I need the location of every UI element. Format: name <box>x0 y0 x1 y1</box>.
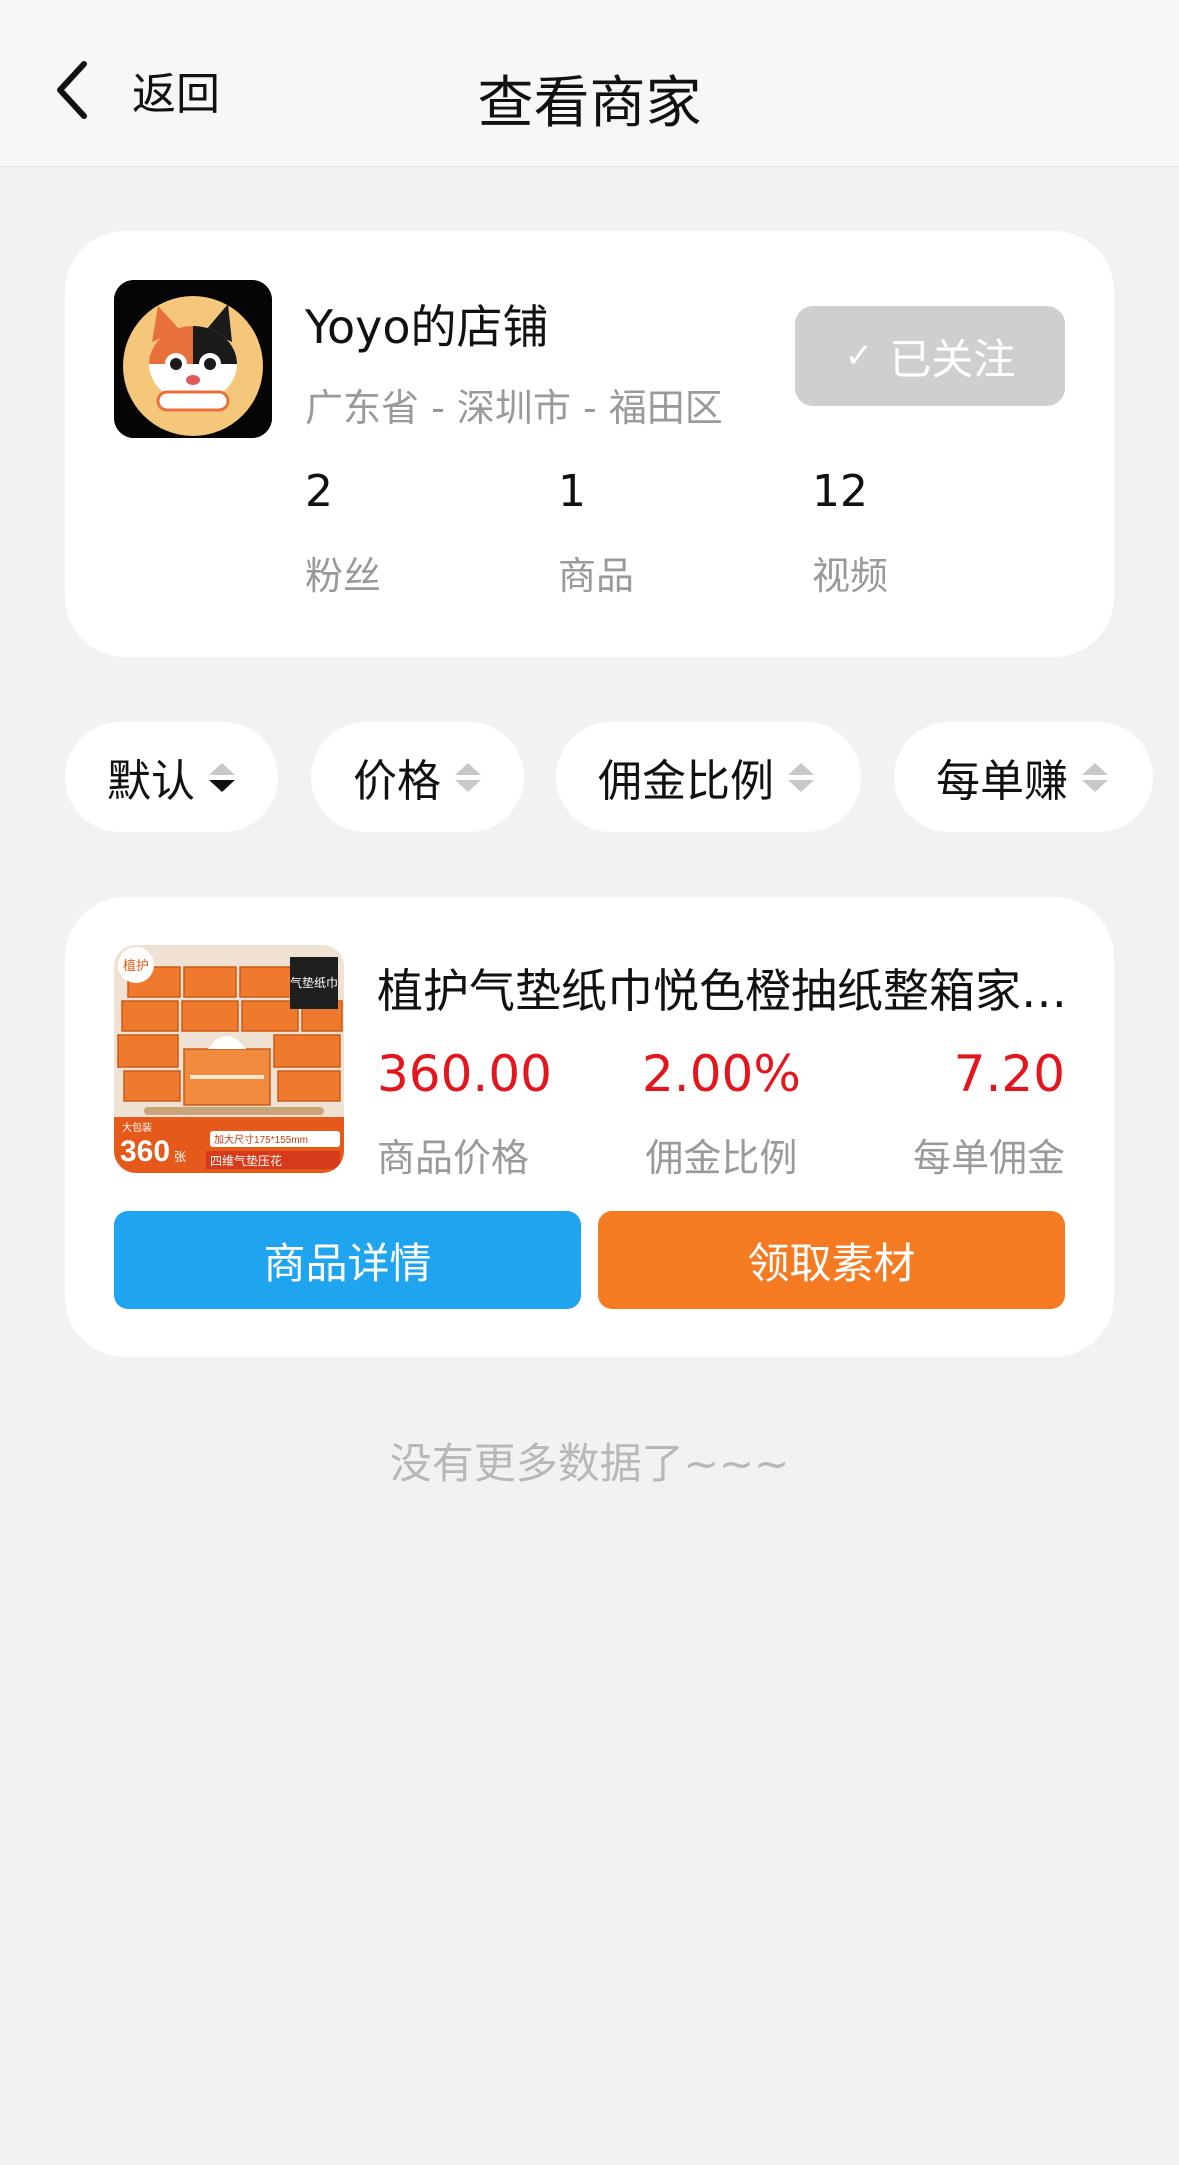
product-detail-button[interactable]: 商品详情 <box>114 1211 581 1309</box>
top-nav-bar: 返回 查看商家 <box>0 0 1179 167</box>
stat-value: 2 <box>305 466 333 517</box>
stat-products[interactable]: 1 商品 <box>558 466 634 600</box>
metric-label: 商品价格 <box>377 1136 530 1180</box>
product-image[interactable]: 植护 气垫纸巾 大包装 360 张 加大尺寸175*155mm 四维气垫压花 <box>114 945 344 1173</box>
filter-label: 佣金比例 <box>598 756 774 807</box>
image-slogan: 四维气垫压花 <box>210 1153 282 1168</box>
stat-videos[interactable]: 12 视频 <box>812 466 888 600</box>
metric-value: 360.00 <box>377 1045 552 1103</box>
metric-value: 2.00% <box>642 1045 801 1103</box>
get-material-button[interactable]: 领取素材 <box>598 1211 1065 1309</box>
shop-name: Yoyo的店铺 <box>305 300 549 354</box>
metric-commission-per-order: 7.20 每单佣金 <box>913 1045 1065 1182</box>
filter-label: 默认 <box>107 756 195 807</box>
image-size-text: 加大尺寸175*155mm <box>214 1133 308 1146</box>
follow-label: 已关注 <box>889 334 1016 384</box>
tissue-boxes-illustration: 植护 气垫纸巾 大包装 360 张 加大尺寸175*155mm 四维气垫压花 <box>114 945 344 1173</box>
image-count: 360 <box>120 1135 170 1168</box>
sort-arrows-icon <box>1082 762 1108 792</box>
metric-value: 7.20 <box>953 1045 1065 1103</box>
cat-avatar-icon <box>114 280 272 438</box>
stat-fans[interactable]: 2 粉丝 <box>305 466 381 600</box>
filter-default[interactable]: 默认 <box>65 722 278 832</box>
product-title[interactable]: 植护气垫纸巾悦色橙抽纸整箱家用实惠装 <box>377 955 1077 1021</box>
check-icon: ✓ <box>844 336 874 376</box>
stat-label: 视频 <box>812 554 889 598</box>
shop-info-card: Yoyo的店铺 广东省 - 深圳市 - 福田区 ✓ 已关注 2 粉丝 1 商品 … <box>65 231 1114 657</box>
metric-price: 360.00 商品价格 <box>377 1045 552 1182</box>
shop-logo <box>114 280 272 438</box>
follow-button[interactable]: ✓ 已关注 <box>795 306 1065 406</box>
filter-earn-per-order[interactable]: 每单赚 <box>894 722 1153 832</box>
stat-value: 12 <box>812 466 868 517</box>
brand-tag: 植护 <box>123 958 149 973</box>
page-title: 查看商家 <box>477 71 702 136</box>
badge-top: 大包装 <box>122 1121 152 1134</box>
filter-label: 价格 <box>353 756 441 807</box>
stat-label: 商品 <box>558 554 635 598</box>
filter-label: 每单赚 <box>936 756 1068 807</box>
product-card: 植护 气垫纸巾 大包装 360 张 加大尺寸175*155mm 四维气垫压花 植… <box>65 897 1114 1357</box>
filter-commission-rate[interactable]: 佣金比例 <box>556 722 861 832</box>
stat-value: 1 <box>558 466 586 517</box>
shop-stats: 2 粉丝 1 商品 12 视频 <box>305 466 1065 616</box>
shop-location: 广东省 - 深圳市 - 福田区 <box>305 386 723 430</box>
metric-label: 佣金比例 <box>645 1136 798 1180</box>
sort-arrows-icon <box>455 762 481 792</box>
filter-price[interactable]: 价格 <box>311 722 524 832</box>
metric-label: 每单佣金 <box>912 1136 1065 1180</box>
no-more-data-text: 没有更多数据了~~~ <box>389 1439 790 1488</box>
corner-tag: 气垫纸巾 <box>290 975 338 990</box>
metric-commission-rate: 2.00% 佣金比例 <box>642 1045 801 1182</box>
sort-arrows-icon <box>209 762 235 792</box>
image-count-unit: 张 <box>174 1150 186 1164</box>
sort-filter-bar: 默认 价格 佣金比例 每单赚 <box>65 722 1179 832</box>
stat-label: 粉丝 <box>305 554 382 598</box>
sort-arrows-icon <box>788 762 814 792</box>
